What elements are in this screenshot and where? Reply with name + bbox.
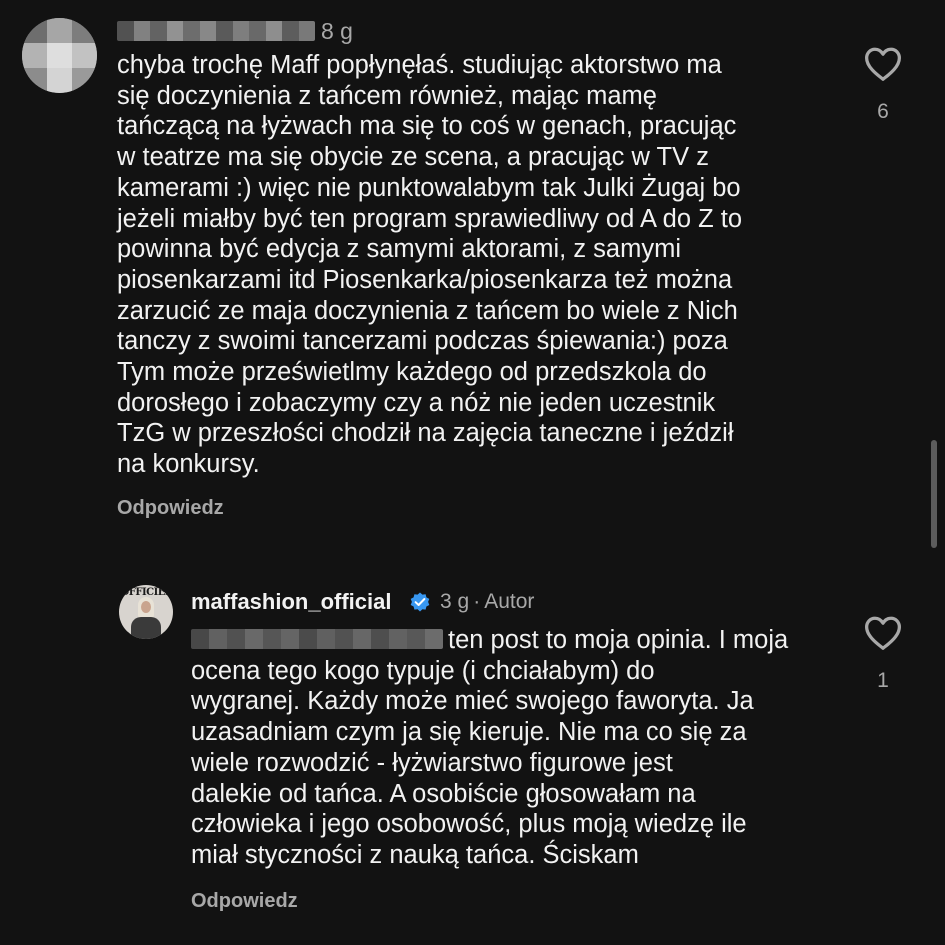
heart-outline-icon [865, 47, 901, 81]
author-username[interactable]: maffashion_official [191, 589, 391, 615]
scrollbar[interactable] [931, 440, 937, 548]
meta-separator: · [473, 590, 481, 613]
reply-meta: 3 g · Autor [440, 589, 534, 615]
reply-timestamp: 3 g [440, 590, 470, 613]
like-count: 1 [877, 669, 889, 692]
comment-timestamp: 8 g [321, 18, 353, 44]
reply-button[interactable]: Odpowiedz [117, 497, 224, 520]
comment-text: chyba trochę Maff popłynęłaś. studiując … [117, 51, 743, 479]
reply-text: ten post to moja opinia. I moja ocena te… [191, 626, 789, 869]
like-button[interactable] [863, 46, 903, 82]
reply-button[interactable]: Odpowiedz [191, 890, 298, 913]
commenter-avatar-blurred[interactable] [22, 18, 97, 93]
author-avatar[interactable]: OFFICIEL [119, 585, 173, 639]
like-button[interactable] [863, 615, 903, 651]
verified-badge-icon [408, 590, 432, 614]
commenter-username-blurred[interactable] [117, 21, 315, 41]
author-badge: Autor [484, 590, 535, 613]
comments-screen: 8 g chyba trochę Maff popłynęłaś. studiu… [0, 0, 945, 945]
like-count: 6 [877, 100, 889, 123]
heart-outline-icon [865, 616, 901, 650]
